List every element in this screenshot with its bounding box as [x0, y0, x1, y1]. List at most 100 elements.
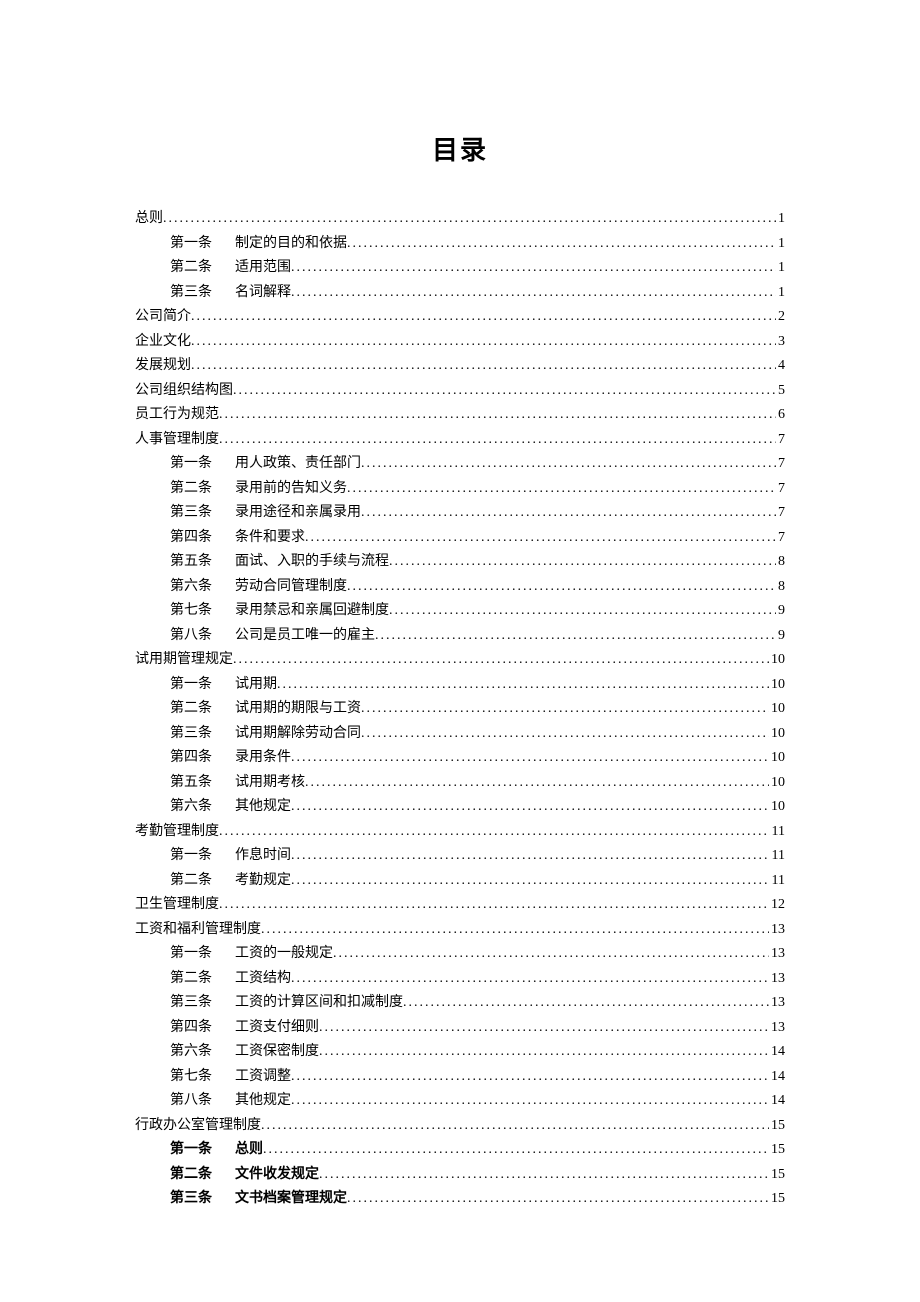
toc-entry-page: 15	[769, 1163, 785, 1188]
toc-entry: 第二条工资结构13	[135, 967, 785, 992]
toc-entry: 试用期管理规定10	[135, 648, 785, 673]
toc-entry-page: 10	[769, 722, 785, 747]
toc-leader-dots	[291, 967, 769, 992]
toc-entry-text: 工资的计算区间和扣减制度	[235, 991, 403, 1016]
toc-entry-text: 面试、入职的手续与流程	[235, 550, 389, 575]
toc-entry: 第三条录用途径和亲属录用7	[135, 501, 785, 526]
toc-leader-dots	[291, 844, 770, 869]
toc-entry-label: 第二条	[170, 477, 225, 502]
toc-entry-text: 公司组织结构图	[135, 379, 233, 404]
toc-entry-label: 第八条	[170, 624, 225, 649]
toc-leader-dots	[319, 1040, 769, 1065]
toc-entry: 第一条工资的一般规定13	[135, 942, 785, 967]
toc-entry: 第一条制定的目的和依据1	[135, 232, 785, 257]
toc-entry: 第二条试用期的期限与工资10	[135, 697, 785, 722]
toc-entry: 第四条工资支付细则13	[135, 1016, 785, 1041]
toc-entry: 第三条试用期解除劳动合同 10	[135, 722, 785, 747]
toc-entry-page: 9	[776, 599, 785, 624]
toc-entry-page: 3	[776, 330, 785, 355]
toc-entry-text: 总则	[135, 207, 163, 232]
toc-entry-label: 第二条	[170, 869, 225, 894]
toc-leader-dots	[191, 305, 776, 330]
toc-entry-page: 8	[776, 575, 785, 600]
toc-entry-page: 1	[776, 256, 785, 281]
toc-entry-page: 1	[776, 207, 785, 232]
toc-entry-label: 第六条	[170, 795, 225, 820]
toc-entry-text: 条件和要求	[235, 526, 305, 551]
toc-entry: 总则 1	[135, 207, 785, 232]
toc-entry: 第三条工资的计算区间和扣减制度13	[135, 991, 785, 1016]
toc-entry-label: 第三条	[170, 1187, 225, 1212]
toc-entry: 工资和福利管理制度13	[135, 918, 785, 943]
toc-entry: 第二条文件收发规定15	[135, 1163, 785, 1188]
toc-entry-text: 工资调整	[235, 1065, 291, 1090]
toc-entry-page: 15	[769, 1187, 785, 1212]
toc-entry: 卫生管理制度12	[135, 893, 785, 918]
toc-entry-page: 2	[776, 305, 785, 330]
toc-entry: 第六条工资保密制度14	[135, 1040, 785, 1065]
toc-leader-dots	[291, 256, 776, 281]
toc-entry-label: 第四条	[170, 526, 225, 551]
toc-leader-dots	[261, 1114, 769, 1139]
toc-entry-label: 第一条	[170, 673, 225, 698]
toc-leader-dots	[191, 354, 776, 379]
toc-leader-dots	[277, 673, 769, 698]
toc-entry-label: 第三条	[170, 722, 225, 747]
toc-entry-text: 工资支付细则	[235, 1016, 319, 1041]
toc-entry: 发展规划4	[135, 354, 785, 379]
toc-entry-text: 试用期考核	[235, 771, 305, 796]
toc-entry-label: 第三条	[170, 991, 225, 1016]
toc-entry-text: 行政办公室管理制度	[135, 1114, 261, 1139]
toc-entry-text: 录用前的告知义务	[235, 477, 347, 502]
toc-entry: 第一条作息时间11	[135, 844, 785, 869]
toc-leader-dots	[333, 942, 769, 967]
toc-entry-text: 劳动合同管理制度	[235, 575, 347, 600]
toc-entry-text: 录用条件	[235, 746, 291, 771]
toc-entry-page: 13	[769, 942, 785, 967]
toc-leader-dots	[389, 550, 776, 575]
toc-entry-text: 人事管理制度	[135, 428, 219, 453]
toc-entry: 第四条录用条件10	[135, 746, 785, 771]
toc-entry-text: 员工行为规范	[135, 403, 219, 428]
toc-entry: 第五条试用期考核10	[135, 771, 785, 796]
toc-entry: 第八条其他规定14	[135, 1089, 785, 1114]
toc-entry-text: 试用期管理规定	[135, 648, 233, 673]
toc-entry-page: 14	[769, 1040, 785, 1065]
toc-entry-label: 第四条	[170, 746, 225, 771]
toc-leader-dots	[291, 1065, 769, 1090]
toc-entry-text: 工资保密制度	[235, 1040, 319, 1065]
toc-entry-page: 5	[776, 379, 785, 404]
toc-leader-dots	[403, 991, 769, 1016]
toc-entry-text: 公司简介	[135, 305, 191, 330]
table-of-contents: 总则1第一条制定的目的和依据1第二条适用范围1第三条名词解释1公司简介2企业文化…	[135, 207, 785, 1212]
toc-entry: 第三条名词解释1	[135, 281, 785, 306]
toc-entry-text: 其他规定	[235, 795, 291, 820]
toc-entry-page: 7	[776, 477, 785, 502]
toc-entry: 员工行为规范6	[135, 403, 785, 428]
document-title: 目录	[135, 130, 785, 167]
toc-entry: 第七条工资调整14	[135, 1065, 785, 1090]
toc-entry: 第一条用人政策、责任部门7	[135, 452, 785, 477]
toc-entry-label: 第三条	[170, 281, 225, 306]
toc-entry-page: 7	[776, 452, 785, 477]
toc-entry-text: 试用期解除劳动合同	[235, 722, 361, 747]
toc-entry-page: 1	[776, 232, 785, 257]
toc-entry-text: 工资的一般规定	[235, 942, 333, 967]
toc-entry: 第八条公司是员工唯一的雇主9	[135, 624, 785, 649]
toc-entry: 行政办公室管理制度15	[135, 1114, 785, 1139]
toc-entry-page: 11	[770, 820, 785, 845]
toc-entry-text: 公司是员工唯一的雇主	[235, 624, 375, 649]
toc-leader-dots	[347, 477, 776, 502]
toc-entry: 公司组织结构图 5	[135, 379, 785, 404]
toc-entry-text: 考勤规定	[235, 869, 291, 894]
toc-entry-page: 14	[769, 1065, 785, 1090]
toc-entry-label: 第二条	[170, 967, 225, 992]
toc-entry-page: 11	[770, 844, 785, 869]
toc-entry-text: 考勤管理制度	[135, 820, 219, 845]
toc-entry-page: 7	[776, 526, 785, 551]
toc-entry-page: 10	[769, 771, 785, 796]
toc-leader-dots	[219, 403, 776, 428]
toc-leader-dots	[361, 722, 769, 747]
toc-leader-dots	[291, 1089, 769, 1114]
toc-entry-text: 工资结构	[235, 967, 291, 992]
